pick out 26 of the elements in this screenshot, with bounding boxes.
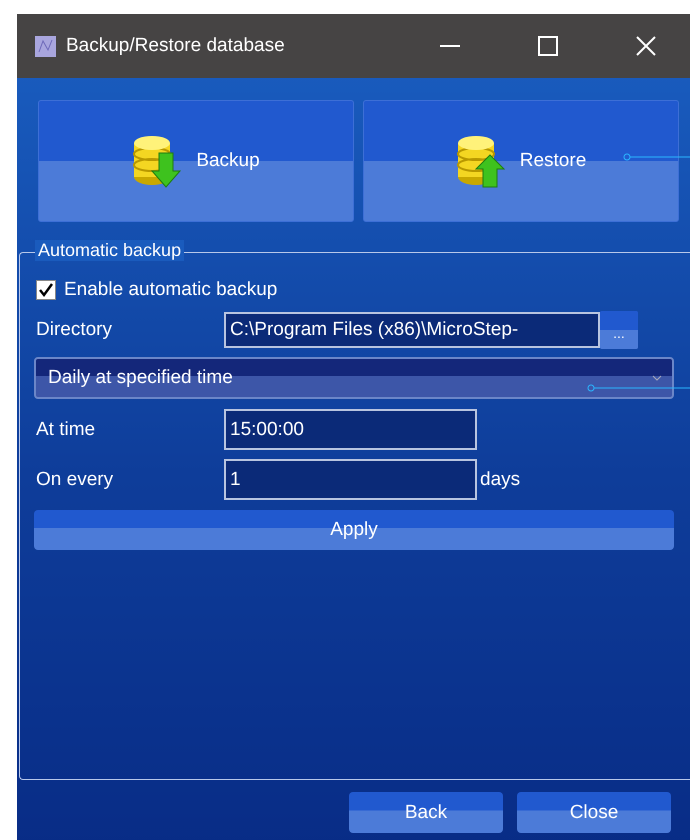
browse-button[interactable]: ... xyxy=(600,311,638,349)
time-field[interactable]: 15:00:00 xyxy=(224,409,477,450)
close-dialog-button[interactable]: Close xyxy=(517,792,671,833)
leader-line xyxy=(623,153,690,161)
directory-field[interactable]: C:\Program Files (x86)\MicroStep- xyxy=(224,312,600,348)
database-down-arrow-icon xyxy=(132,133,182,189)
enable-checkbox[interactable]: Enable automatic backup xyxy=(36,279,674,301)
unit-label: days xyxy=(479,468,520,490)
apply-button[interactable]: Apply xyxy=(34,510,674,550)
back-button[interactable]: Back xyxy=(349,792,503,833)
app-icon xyxy=(35,36,56,56)
restore-button[interactable]: Restore xyxy=(363,100,679,222)
database-up-arrow-icon xyxy=(456,133,506,189)
on-every-label: On every xyxy=(36,468,114,490)
window-title: Backup/Restore database xyxy=(66,35,286,57)
maximize-icon xyxy=(538,36,558,56)
group-title: Automatic backup xyxy=(35,240,184,261)
schedule-dropdown[interactable]: Daily at specified time xyxy=(34,357,674,399)
close-icon xyxy=(636,36,656,56)
minimize-icon xyxy=(440,45,460,47)
at-time-label: At time xyxy=(36,418,96,440)
interval-field[interactable]: 1 xyxy=(224,459,477,500)
chevron-icon xyxy=(652,375,662,381)
directory-label: Directory xyxy=(36,319,114,341)
checkmark-icon xyxy=(38,282,54,298)
backup-button[interactable]: Backup xyxy=(38,100,354,222)
